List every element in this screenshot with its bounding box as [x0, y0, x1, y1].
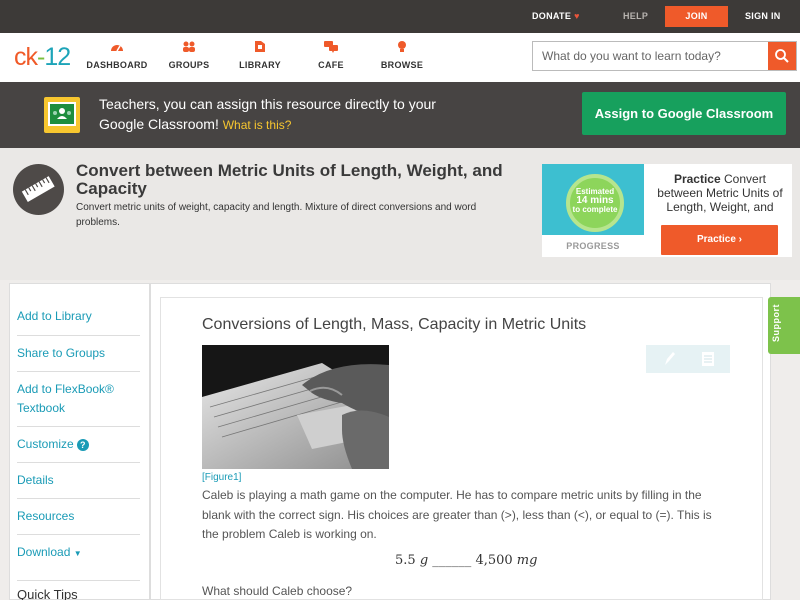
nav-browse[interactable]: BROWSE: [367, 40, 437, 70]
practice-card: Estimated 14 mins to complete PROGRESS P…: [542, 164, 792, 257]
help-question-icon[interactable]: ?: [76, 439, 89, 451]
top-bar: DONATE ♥ HELP JOIN SIGN IN: [0, 0, 800, 33]
quick-tips-heading[interactable]: Quick Tips: [17, 580, 140, 600]
search-input[interactable]: [533, 42, 769, 70]
practice-progress-tile: Estimated 14 mins to complete PROGRESS: [542, 164, 644, 257]
sidebar-item-add-to-library[interactable]: Add to Library: [17, 299, 140, 326]
google-classroom-icon: [44, 97, 80, 133]
practice-button[interactable]: Practice ›: [661, 225, 778, 255]
search-icon: [775, 49, 789, 63]
sidebar-item-share-to-groups[interactable]: Share to Groups: [17, 335, 140, 363]
pencil-icon: [665, 352, 675, 365]
estimated-time-badge: Estimated 14 mins to complete: [566, 174, 624, 232]
sidebar-item-add-to-flexbook[interactable]: Add to FlexBook® Textbook: [17, 371, 140, 418]
lesson-description: Convert metric units of weight, capacity…: [76, 202, 477, 228]
heart-icon: ♥: [574, 11, 580, 21]
search-button[interactable]: [768, 42, 796, 70]
content-title: Conversions of Length, Mass, Capacity in…: [202, 316, 587, 333]
nav-groups[interactable]: GROUPS: [154, 40, 224, 70]
lesson-title: Convert between Metric Units of Length, …: [76, 161, 503, 198]
library-icon: [253, 40, 267, 53]
sign-in-link[interactable]: SIGN IN: [745, 11, 781, 21]
progress-label: PROGRESS: [542, 235, 644, 257]
google-classroom-banner: Teachers, you can assign this resource d…: [0, 82, 800, 148]
lesson-question: What should Caleb choose?: [202, 584, 353, 598]
main-header: ck-12 DASHBOARD GROUPS LIBRARY CAFE BROW…: [0, 33, 800, 82]
nav-library[interactable]: LIBRARY: [225, 40, 295, 70]
sidebar-item-customize[interactable]: Customize?: [17, 426, 140, 454]
ruler-icon: [13, 164, 64, 215]
practice-heading: Practice Convert between Metric Units of…: [657, 172, 783, 214]
search-box: [532, 41, 797, 71]
browse-icon: [395, 40, 409, 53]
laptop-typing-image: [202, 345, 389, 469]
assign-google-classroom-button[interactable]: Assign to Google Classroom: [582, 92, 786, 135]
groups-icon: [182, 40, 196, 53]
nav-cafe[interactable]: CAFE: [296, 40, 366, 70]
math-expression: 5.5 g ______ 4,500 mg: [395, 553, 538, 568]
lesson-paragraph: Caleb is playing a math game on the comp…: [202, 488, 712, 541]
dashboard-icon: [110, 40, 124, 53]
donate-label: DONATE: [532, 11, 572, 21]
figure-caption-link[interactable]: [Figure1]: [202, 472, 241, 483]
caret-down-icon: ▼: [73, 549, 82, 558]
help-link[interactable]: HELP: [623, 11, 648, 21]
sidebar-item-download[interactable]: Download ▼: [17, 534, 140, 563]
chevron-right-icon: ›: [738, 234, 743, 245]
lesson-header: Convert between Metric Units of Length, …: [0, 148, 800, 280]
sidebar-item-resources[interactable]: Resources: [17, 498, 140, 526]
google-classroom-message: Teachers, you can assign this resource d…: [99, 96, 436, 132]
edit-tools: [646, 345, 730, 373]
nav-dashboard[interactable]: DASHBOARD: [82, 40, 152, 70]
sidebar-item-details[interactable]: Details: [17, 462, 140, 490]
ck12-logo[interactable]: ck-12: [14, 43, 71, 72]
what-is-this-link[interactable]: What is this?: [223, 118, 292, 132]
donate-link[interactable]: DONATE ♥: [532, 11, 580, 21]
lesson-sidebar: Add to Library Share to Groups Add to Fl…: [9, 283, 150, 600]
notes-icon: [702, 352, 714, 366]
support-tab[interactable]: Support: [768, 297, 800, 354]
cafe-icon: [324, 40, 338, 53]
join-button[interactable]: JOIN: [665, 6, 728, 27]
